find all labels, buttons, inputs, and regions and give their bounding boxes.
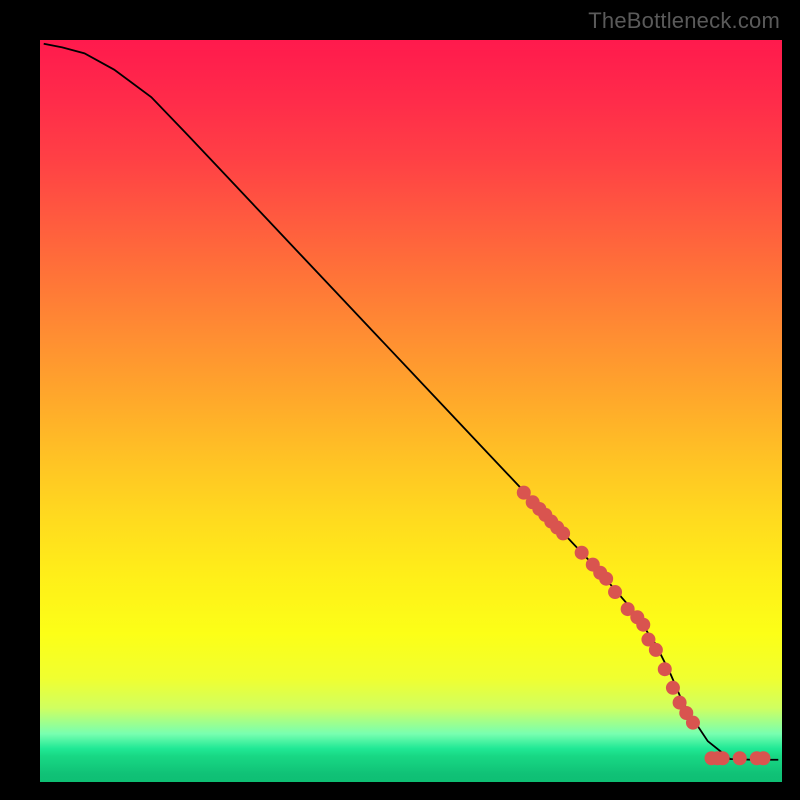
data-point-marker [556, 526, 570, 540]
data-point-marker [716, 751, 730, 765]
data-point-marker [636, 618, 650, 632]
chart-overlay-svg [40, 40, 782, 782]
data-point-marker [756, 751, 770, 765]
chart-stage: TheBottleneck.com [0, 0, 800, 800]
data-point-marker [686, 716, 700, 730]
data-point-marker [575, 546, 589, 560]
plot-area [40, 40, 782, 782]
data-point-marker [666, 681, 680, 695]
data-points-group [517, 486, 771, 766]
data-point-marker [649, 643, 663, 657]
bottleneck-curve [44, 44, 779, 760]
watermark-text: TheBottleneck.com [588, 8, 780, 34]
data-point-marker [608, 585, 622, 599]
data-point-marker [733, 751, 747, 765]
data-point-marker [599, 572, 613, 586]
data-point-marker [658, 662, 672, 676]
